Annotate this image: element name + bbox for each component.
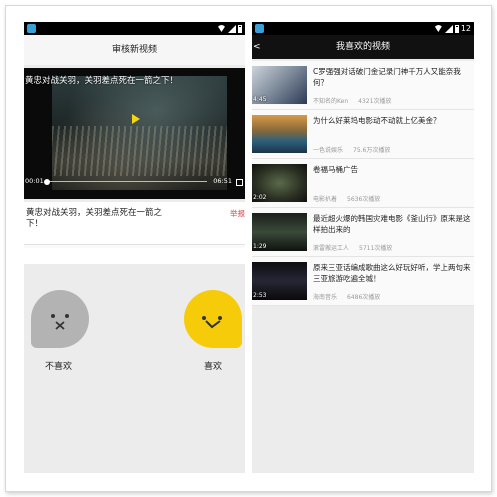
video-meta: 滚雷搬运工人 5711次播放 [313,243,392,252]
video-meta: 一色说娱乐 75.6万次播放 [313,145,390,154]
status-bar [24,22,245,35]
video-author: 滚雷搬运工人 [313,245,350,252]
dislike-eye-left [51,314,55,318]
play-count: 5636次播放 [347,196,381,203]
wifi-icon [433,25,443,32]
play-icon[interactable] [132,114,140,124]
video-meta: 海南音乐 6486次播放 [313,292,380,301]
battery-icon [238,24,242,33]
list-item[interactable]: 1:29 最近超火爆的韩国灾难电影《釜山行》原来是这样拍出来的 滚雷搬运工人 57… [252,208,474,257]
clock: 12 [460,24,471,33]
liked-videos-list: 4:45 C罗强强对话破门金记录门神千万人又能奈我何？ 不知名的Ken 4321次… [252,61,474,306]
video-author: 海南音乐 [313,294,338,301]
wifi-icon [217,25,226,32]
fullscreen-icon[interactable] [236,179,243,186]
dislike-button[interactable] [31,290,89,348]
current-time: 00:01 [25,177,44,185]
video-thumbnail: 2:02 [252,164,307,202]
video-frame-image [52,76,227,190]
video-caption: 黄忠对战关羽，关羽差点死在一箭之下！ [25,76,179,86]
video-duration: 1:29 [253,243,267,250]
video-author: 不知名的Ken [313,98,349,105]
video-description-panel: 黄忠对战关羽，关羽差点死在一箭之下！ 举报 [24,202,245,264]
total-time: 06:51 [213,177,232,185]
list-item[interactable]: 4:45 C罗强强对话破门金记录门神千万人又能奈我何？ 不知名的Ken 4321次… [252,61,474,110]
like-mouth-check [205,320,221,329]
cellular-signal-icon [444,24,453,33]
screenshot-frame: 审核新视频 黄忠对战关羽，关羽差点死在一箭之下！ 00:01 06:51 黄忠对… [0,0,497,497]
video-title: 为什么好莱坞电影动不动就上亿美金？ [313,116,441,125]
list-item[interactable]: 2:02 卷福马桶广告 电影扒着 5636次播放 [252,159,474,208]
page-title-bar: < 我喜欢的视频 [252,35,474,59]
video-meta: 不知名的Ken 4321次播放 [313,96,391,105]
dislike-face-icon [31,290,89,348]
app-notification-icon [255,24,264,33]
video-duration: 2:02 [253,194,267,201]
video-description: 黄忠对战关羽，关羽差点死在一箭之下！ [26,208,163,229]
seek-handle[interactable] [44,179,50,185]
list-item[interactable]: 2:53 原来三亚话编成歌曲这么好玩好听，学上两句来三亚旅游吃遍全城！ 海南音乐… [252,257,474,306]
battery-icon [454,24,459,33]
like-label: 喜欢 [204,362,223,372]
video-title: 卷福马桶广告 [313,165,358,174]
list-item[interactable]: 为什么好莱坞电影动不动就上亿美金？ 一色说娱乐 75.6万次播放 [252,110,474,159]
video-duration: 4:45 [253,96,267,103]
right-screen: 12 < 我喜欢的视频 4:45 C罗强强对话破门金记录门神千万人又能奈我何？ … [252,22,474,473]
report-button[interactable]: 举报 [230,208,245,219]
video-thumbnail: 4:45 [252,66,307,104]
video-thumbnail: 1:29 [252,213,307,251]
cellular-signal-icon [228,24,236,33]
video-duration: 2:53 [253,292,267,299]
video-author: 一色说娱乐 [313,147,344,154]
video-thumbnail: 2:53 [252,262,307,300]
video-player[interactable]: 黄忠对战关羽，关羽差点死在一箭之下！ 00:01 06:51 [24,68,245,199]
video-title: C罗强强对话破门金记录门神千万人又能奈我何？ [313,67,461,87]
like-button[interactable] [184,290,242,348]
video-thumbnail [252,115,307,153]
play-count: 4321次播放 [358,98,392,105]
page-title: 审核新视频 [24,35,245,65]
seek-bar[interactable] [48,181,207,182]
play-count: 6486次播放 [347,294,381,301]
dislike-mouth-x [55,321,65,330]
play-count: 5711次播放 [359,245,393,252]
video-title: 原来三亚话编成歌曲这么好玩好听，学上两句来三亚旅游吃遍全城！ [313,263,471,283]
dislike-label: 不喜欢 [45,362,73,372]
left-screen: 审核新视频 黄忠对战关羽，关羽差点死在一箭之下！ 00:01 06:51 黄忠对… [24,22,245,473]
video-title: 最近超火爆的韩国灾难电影《釜山行》原来是这样拍出来的 [313,214,471,234]
back-icon[interactable]: < [253,35,261,59]
system-status [217,22,242,35]
dislike-eye-right [65,314,69,318]
video-meta: 电影扒着 5636次播放 [313,194,380,203]
play-count: 75.6万次播放 [353,147,391,154]
app-notification-icon [27,24,36,33]
system-status: 12 [433,22,471,35]
status-bar: 12 [252,22,474,35]
video-author: 电影扒着 [313,196,338,203]
divider [24,244,245,248]
page-title: 我喜欢的视频 [335,42,390,52]
